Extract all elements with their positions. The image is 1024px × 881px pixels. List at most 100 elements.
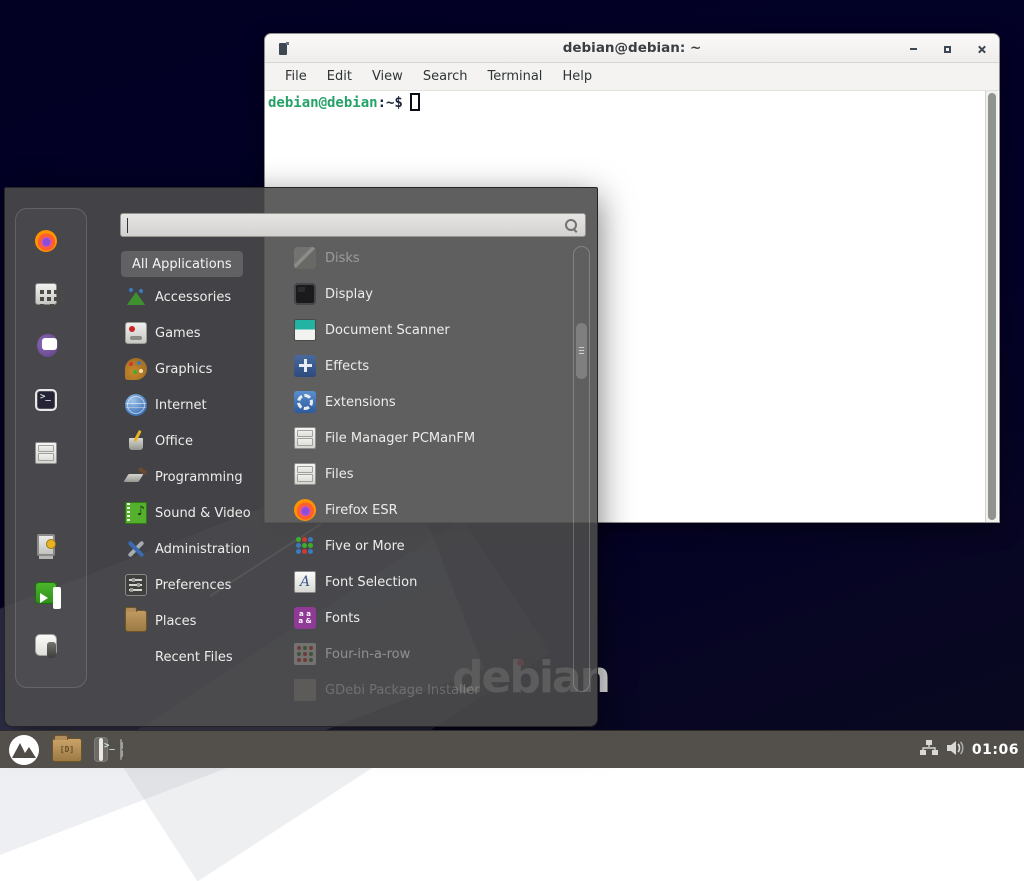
category-recent-files[interactable]: Recent Files <box>121 639 277 675</box>
favorites-group <box>35 230 67 474</box>
terminal-task-active[interactable] <box>94 737 108 762</box>
application-list: Disks Display Document Scanner Effects E… <box>294 240 570 708</box>
terminal-titlebar[interactable]: debian@debian: ~ <box>265 34 999 63</box>
category-internet[interactable]: Internet <box>121 387 277 423</box>
category-administration[interactable]: Administration <box>121 531 277 567</box>
application-list-scrollbar-thumb[interactable] <box>576 323 587 379</box>
taskbar-launchers <box>0 734 122 766</box>
disks-icon <box>294 247 316 269</box>
terminal-scrollbar-thumb[interactable] <box>988 93 996 520</box>
lockscreen-icon <box>35 530 57 552</box>
shutdown-button[interactable] <box>35 634 67 666</box>
cabinet-icon <box>294 427 316 449</box>
menubar-item-edit[interactable]: Edit <box>317 69 362 84</box>
gdebi-icon <box>294 679 316 701</box>
app-firefox-esr[interactable]: Firefox ESR <box>294 492 570 528</box>
favorite-pidgin[interactable] <box>35 336 67 368</box>
app-extensions[interactable]: Extensions <box>294 384 570 420</box>
favorite-terminal[interactable] <box>35 389 67 421</box>
terminal-scrollbar[interactable] <box>985 91 998 522</box>
menubar-item-file[interactable]: File <box>275 69 317 84</box>
search-icon <box>565 219 578 232</box>
fonts-icon <box>294 607 316 629</box>
terminal-window-title: debian@debian: ~ <box>563 40 702 56</box>
favorite-character-map[interactable] <box>35 283 67 315</box>
menubar-item-view[interactable]: View <box>362 69 413 84</box>
shutdown-icon <box>35 634 57 656</box>
display-icon <box>294 283 316 305</box>
app-file-manager-pcmanfm[interactable]: File Manager PCManFM <box>294 420 570 456</box>
office-icon <box>125 430 147 452</box>
accessories-icon <box>125 286 147 308</box>
prompt-user-host: debian@debian <box>268 95 378 111</box>
shell-prompt: debian@debian:~$ <box>268 93 420 111</box>
clock[interactable]: 01:06 <box>972 742 1019 758</box>
terminal-dark-icon <box>35 389 57 411</box>
app-four-in-a-row[interactable]: Four-in-a-row <box>294 636 570 672</box>
favorites-rail <box>15 208 87 688</box>
fivemore-icon <box>294 535 316 557</box>
app-document-scanner[interactable]: Document Scanner <box>294 312 570 348</box>
mountain-logo-icon <box>8 734 40 766</box>
minimize-button[interactable] <box>905 41 921 57</box>
menu-button[interactable] <box>8 734 40 766</box>
firefox-icon <box>294 499 316 521</box>
extensions-icon <box>294 391 316 413</box>
app-disks[interactable]: Disks <box>294 240 570 276</box>
category-accessories[interactable]: Accessories <box>121 279 277 315</box>
fontsel-icon <box>294 571 316 593</box>
volume-icon[interactable] <box>946 740 964 760</box>
app-effects[interactable]: Effects <box>294 348 570 384</box>
app-five-or-more[interactable]: Five or More <box>294 528 570 564</box>
internet-icon <box>125 394 147 416</box>
minimize-icon <box>910 48 917 50</box>
prompt-path: :~$ <box>378 95 403 111</box>
fourrow-icon <box>294 643 316 665</box>
category-graphics[interactable]: Graphics <box>121 351 277 387</box>
pidgin-icon <box>35 336 57 358</box>
file-cabinet-icon <box>120 739 122 760</box>
close-button[interactable] <box>973 41 989 57</box>
network-icon[interactable] <box>920 739 938 760</box>
category-programming[interactable]: Programming <box>121 459 277 495</box>
favorite-firefox[interactable] <box>35 230 67 262</box>
maximize-button[interactable] <box>939 41 955 57</box>
favorite-file-manager[interactable] <box>35 442 67 474</box>
menubar-item-search[interactable]: Search <box>413 69 478 84</box>
category-games[interactable]: Games <box>121 315 277 351</box>
terminal-cursor <box>410 93 420 111</box>
app-font-selection[interactable]: Font Selection <box>294 564 570 600</box>
app-display[interactable]: Display <box>294 276 570 312</box>
lock-screen-button[interactable] <box>35 530 67 562</box>
app-files[interactable]: Files <box>294 456 570 492</box>
menubar-item-terminal[interactable]: Terminal <box>477 69 552 84</box>
category-all-applications[interactable]: All Applications <box>121 251 243 277</box>
maximize-icon <box>944 46 951 53</box>
terminal-icon <box>99 738 103 761</box>
session-buttons-group <box>35 530 67 666</box>
graphics-icon <box>125 358 147 380</box>
category-preferences[interactable]: Preferences <box>121 567 277 603</box>
category-places[interactable]: Places <box>121 603 277 639</box>
app-gdebi-package-installer[interactable]: GDebi Package Installer <box>294 672 570 708</box>
category-office[interactable]: Office <box>121 423 277 459</box>
terminal-menubar: FileEditViewSearchTerminalHelp <box>265 63 999 91</box>
category-sound-video[interactable]: Sound & Video <box>121 495 277 531</box>
places-icon <box>125 610 147 632</box>
system-tray: 01:06 <box>920 739 1024 760</box>
close-icon <box>977 45 986 54</box>
games-icon <box>125 322 147 344</box>
category-list: All Applications Accessories Games Graph… <box>121 251 277 675</box>
application-menu: All Applications Accessories Games Graph… <box>4 187 598 727</box>
search-input[interactable] <box>120 213 586 237</box>
administration-icon <box>125 538 147 560</box>
file-manager-launcher[interactable] <box>52 738 82 762</box>
logout-button[interactable] <box>35 582 67 614</box>
menubar-item-help[interactable]: Help <box>552 69 602 84</box>
firefox-icon <box>35 230 57 252</box>
docscanner-icon <box>294 319 316 341</box>
application-list-scrollbar[interactable] <box>573 246 590 692</box>
taskbar: 01:06 <box>0 730 1024 768</box>
app-fonts[interactable]: Fonts <box>294 600 570 636</box>
files-launcher[interactable] <box>120 740 122 759</box>
